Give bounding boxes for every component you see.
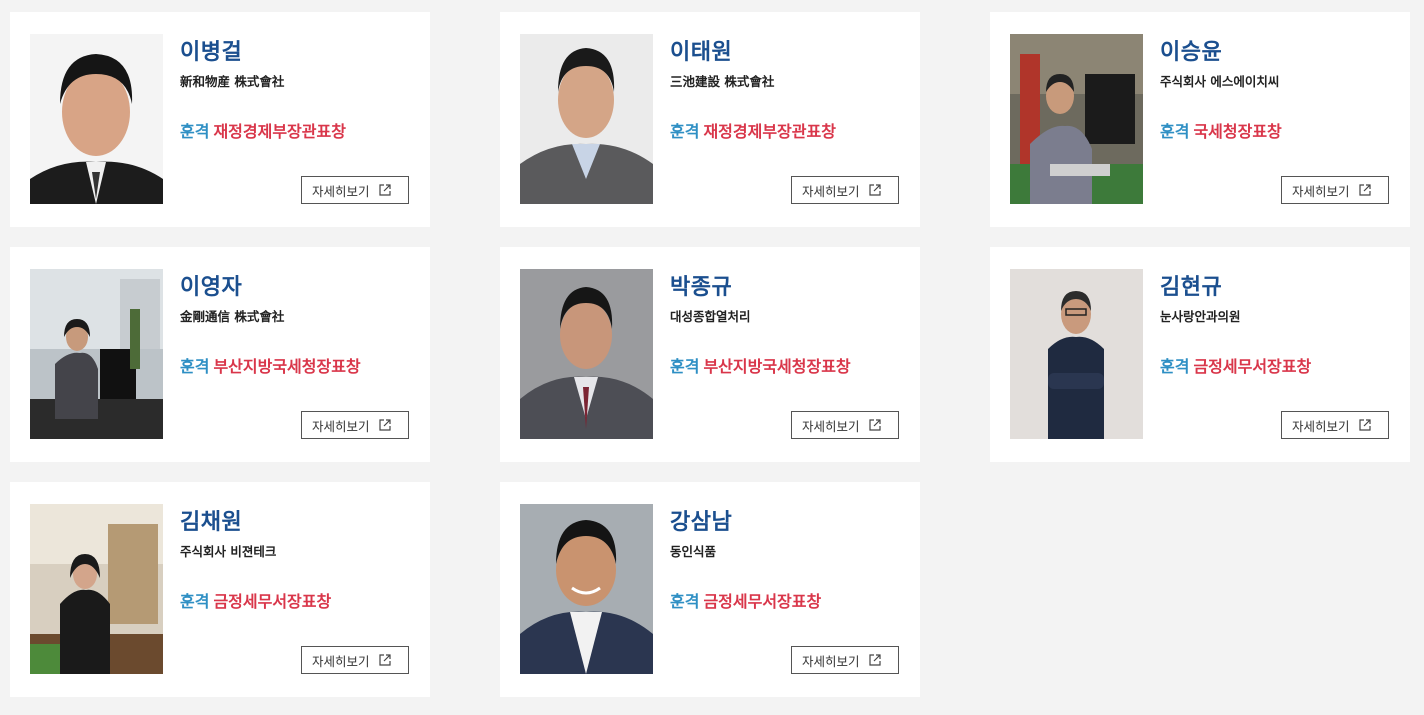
recipient-award: 훈격 국세청장표창 xyxy=(1160,118,1282,142)
recipient-award: 훈격 금정세무서장표창 xyxy=(670,588,821,612)
award-name: 금정세무서장표창 xyxy=(1193,357,1312,376)
external-link-icon xyxy=(379,184,391,196)
detail-button[interactable]: 자세히보기 xyxy=(791,411,899,439)
recipient-name: 이태원 xyxy=(670,40,733,65)
detail-button[interactable]: 자세히보기 xyxy=(301,176,409,204)
award-type-label: 훈격 xyxy=(670,122,700,141)
recipient-photo xyxy=(1010,34,1143,204)
detail-button-label: 자세히보기 xyxy=(312,418,370,434)
detail-button-label: 자세히보기 xyxy=(802,653,860,669)
award-type-label: 훈격 xyxy=(180,357,210,376)
detail-button[interactable]: 자세히보기 xyxy=(791,646,899,674)
external-link-icon xyxy=(379,419,391,431)
external-link-icon xyxy=(869,654,881,666)
recipient-name: 이승윤 xyxy=(1160,40,1223,65)
recipient-name: 강삼남 xyxy=(670,510,733,535)
recipient-company: 金剛通信 株式會社 xyxy=(180,309,285,324)
recipient-card: 이병걸 新和物産 株式會社 훈격 재정경제부장관표창 자세히보기 xyxy=(10,12,430,227)
detail-button-label: 자세히보기 xyxy=(802,183,860,199)
recipient-name: 박종규 xyxy=(670,275,733,300)
award-type-label: 훈격 xyxy=(1160,122,1190,141)
recipient-photo xyxy=(30,504,163,674)
award-name: 재정경제부장관표창 xyxy=(703,122,836,141)
award-type-label: 훈격 xyxy=(670,357,700,376)
recipient-award: 훈격 금정세무서장표창 xyxy=(180,588,331,612)
recipient-card: 이태원 三池建設 株式會社 훈격 재정경제부장관표창 자세히보기 xyxy=(500,12,920,227)
external-link-icon xyxy=(1359,184,1371,196)
recipient-card: 김현규 눈사랑안과의원 훈격 금정세무서장표창 자세히보기 xyxy=(990,247,1410,462)
detail-button[interactable]: 자세히보기 xyxy=(301,411,409,439)
recipient-card: 강삼남 동인식품 훈격 금정세무서장표창 자세히보기 xyxy=(500,482,920,697)
recipient-name: 이병걸 xyxy=(180,40,243,65)
external-link-icon xyxy=(869,184,881,196)
recipient-company: 新和物産 株式會社 xyxy=(180,74,285,89)
detail-button-label: 자세히보기 xyxy=(1292,418,1350,434)
recipient-card: 이영자 金剛通信 株式會社 훈격 부산지방국세청장표창 자세히보기 xyxy=(10,247,430,462)
recipient-award: 훈격 재정경제부장관표창 xyxy=(670,118,836,142)
recipient-company: 동인식품 xyxy=(670,544,717,559)
recipient-company: 주식회사 비젼테크 xyxy=(180,544,277,559)
recipient-company: 三池建設 株式會社 xyxy=(670,74,775,89)
award-name: 부산지방국세청장표창 xyxy=(703,357,851,376)
award-type-label: 훈격 xyxy=(180,122,210,141)
award-recipients-grid: 이병걸 新和物産 株式會社 훈격 재정경제부장관표창 자세히보기 이태원 三池建設… xyxy=(0,0,1424,715)
recipient-award: 훈격 재정경제부장관표창 xyxy=(180,118,346,142)
detail-button[interactable]: 자세히보기 xyxy=(791,176,899,204)
recipient-card: 이승윤 주식회사 에스에이치씨 훈격 국세청장표창 자세히보기 xyxy=(990,12,1410,227)
recipient-photo xyxy=(1010,269,1143,439)
recipient-card: 박종규 대성종합열처리 훈격 부산지방국세청장표창 자세히보기 xyxy=(500,247,920,462)
recipient-photo xyxy=(520,269,653,439)
detail-button[interactable]: 자세히보기 xyxy=(301,646,409,674)
award-name: 금정세무서장표창 xyxy=(213,592,332,611)
detail-button[interactable]: 자세히보기 xyxy=(1281,176,1389,204)
recipient-award: 훈격 금정세무서장표창 xyxy=(1160,353,1311,377)
award-type-label: 훈격 xyxy=(670,592,700,611)
external-link-icon xyxy=(379,654,391,666)
external-link-icon xyxy=(1359,419,1371,431)
detail-button-label: 자세히보기 xyxy=(312,183,370,199)
recipient-card: 김채원 주식회사 비젼테크 훈격 금정세무서장표창 자세히보기 xyxy=(10,482,430,697)
recipient-company: 눈사랑안과의원 xyxy=(1160,309,1241,324)
detail-button[interactable]: 자세히보기 xyxy=(1281,411,1389,439)
detail-button-label: 자세히보기 xyxy=(312,653,370,669)
award-type-label: 훈격 xyxy=(1160,357,1190,376)
recipient-name: 김현규 xyxy=(1160,275,1223,300)
recipient-name: 이영자 xyxy=(180,275,243,300)
recipient-award: 훈격 부산지방국세청장표창 xyxy=(670,353,851,377)
recipient-award: 훈격 부산지방국세청장표창 xyxy=(180,353,361,377)
award-name: 재정경제부장관표창 xyxy=(213,122,346,141)
detail-button-label: 자세히보기 xyxy=(1292,183,1350,199)
recipient-name: 김채원 xyxy=(180,510,243,535)
recipient-company: 주식회사 에스에이치씨 xyxy=(1160,74,1280,89)
recipient-company: 대성종합열처리 xyxy=(670,309,751,324)
recipient-photo xyxy=(520,504,653,674)
recipient-photo xyxy=(520,34,653,204)
award-type-label: 훈격 xyxy=(180,592,210,611)
recipient-photo xyxy=(30,269,163,439)
award-name: 금정세무서장표창 xyxy=(703,592,822,611)
award-name: 부산지방국세청장표창 xyxy=(213,357,361,376)
recipient-photo xyxy=(30,34,163,204)
external-link-icon xyxy=(869,419,881,431)
detail-button-label: 자세히보기 xyxy=(802,418,860,434)
award-name: 국세청장표창 xyxy=(1193,122,1282,141)
